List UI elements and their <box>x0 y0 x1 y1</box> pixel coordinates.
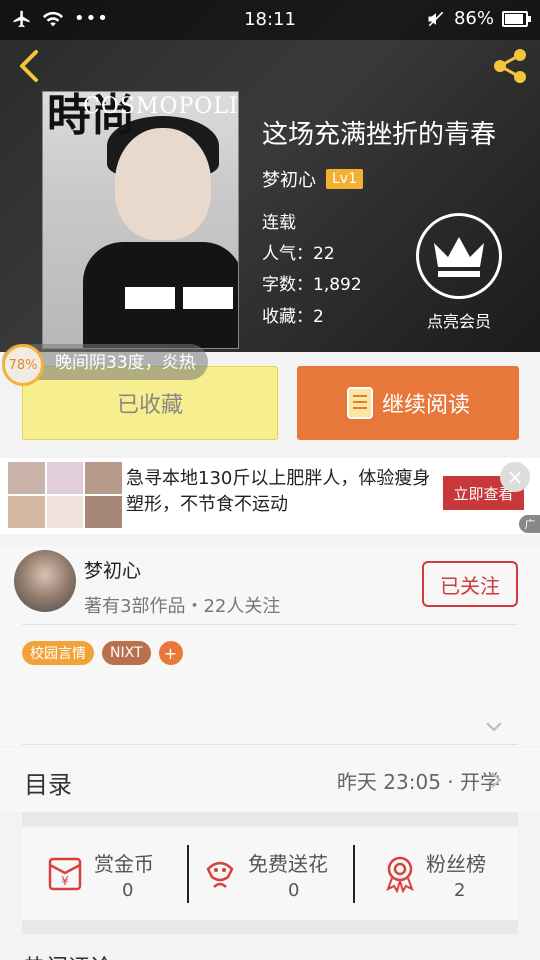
author-card-info: 著有3部作品・22人关注 <box>84 596 281 617</box>
stat-fans-value: 2 <box>454 880 466 901</box>
add-tag-button[interactable]: + <box>158 641 183 665</box>
book-author[interactable]: 梦初心 <box>262 166 316 192</box>
level-badge: Lv1 <box>326 169 363 189</box>
book-popularity: 人气：22 <box>262 244 335 264</box>
continue-reading-button[interactable]: 继续阅读 <box>297 366 519 440</box>
award-icon[interactable] <box>380 853 420 893</box>
divider <box>22 624 518 625</box>
followed-button[interactable]: 已关注 <box>422 561 518 607</box>
stat-coins-label[interactable]: 赏金币 <box>94 848 154 877</box>
toc-latest-chapter: 昨天 23:05 · 开学 <box>336 770 500 794</box>
stat-flowers-value: 0 <box>288 880 300 901</box>
chevron-down-icon[interactable] <box>484 720 504 734</box>
back-button[interactable] <box>12 48 48 84</box>
back-arrow-icon <box>20 50 38 82</box>
book-icon <box>346 387 373 419</box>
avatar[interactable] <box>14 550 76 612</box>
author-card-name[interactable]: 梦初心 <box>84 556 141 583</box>
section-gap <box>22 920 518 934</box>
ad-thumbnails <box>8 462 122 528</box>
svg-text:¥: ¥ <box>61 874 69 888</box>
book-title: 这场充满挫折的青春 <box>262 120 497 150</box>
divider <box>22 744 518 745</box>
flower-icon[interactable] <box>200 853 240 893</box>
status-bar: ••• 18:11 86% <box>0 0 540 40</box>
stat-fans-label[interactable]: 粉丝榜 <box>426 848 486 877</box>
ad-close-button[interactable]: × <box>500 462 530 492</box>
mute-icon <box>428 11 444 26</box>
crown-icon <box>434 237 484 277</box>
book-word-count: 字数：1,892 <box>262 275 362 295</box>
stat-coins-value: 0 <box>122 880 134 901</box>
stat-flowers-label[interactable]: 免费送花 <box>248 848 328 877</box>
continue-reading-label: 继续阅读 <box>381 393 470 418</box>
book-author-row: 梦初心 Lv1 <box>262 166 363 192</box>
cover-face <box>115 128 211 240</box>
favorited-label: 已收藏 <box>116 393 183 418</box>
share-icon <box>494 49 526 83</box>
book-header: ••• 18:11 86% 時尚 COSMOPOLITAN 这场充满挫折的青春 … <box>0 0 540 352</box>
tag-nixt[interactable]: NIXT <box>102 641 151 665</box>
book-cover[interactable]: 時尚 COSMOPOLITAN <box>42 91 239 349</box>
comments-heading: 热门评论 <box>24 950 112 960</box>
toc-label: 目录 <box>24 771 72 799</box>
weather-text: 晚间阴33度，炎热 <box>55 353 196 373</box>
weather-percent: 78% <box>2 344 44 386</box>
red-envelope-icon[interactable]: ¥ <box>46 853 86 893</box>
chevron-right-icon <box>491 772 502 788</box>
section-gap <box>22 812 518 826</box>
divider <box>353 845 355 903</box>
book-status: 连载 <box>262 213 296 233</box>
vip-button[interactable] <box>416 213 502 299</box>
battery-percent: 86% <box>453 8 494 29</box>
cover-magazine-brand: COSMOPOLITAN <box>83 94 239 119</box>
tag-list: 校园言情 NIXT + <box>22 641 183 665</box>
ad-mark-icon: 广 <box>519 515 540 533</box>
vip-label[interactable]: 点亮会员 <box>404 308 514 332</box>
battery-icon <box>502 10 531 27</box>
book-collections: 收藏：2 <box>262 307 324 327</box>
tag-campus-romance[interactable]: 校园言情 <box>22 641 94 665</box>
divider <box>187 845 189 903</box>
share-button[interactable] <box>490 46 530 86</box>
cover-pocket <box>125 287 175 309</box>
ad-text: 急寻本地130斤以上肥胖人，体验瘦身塑形，不节食不运动 <box>126 468 431 515</box>
cover-pocket <box>183 287 233 309</box>
